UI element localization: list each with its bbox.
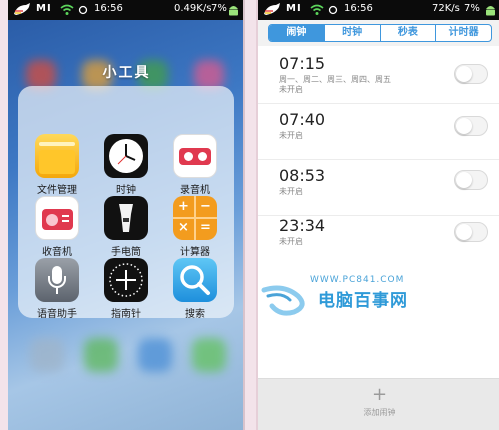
android-icon: [229, 6, 238, 16]
compass-icon: [104, 258, 148, 302]
app-label: 语音助手: [37, 309, 77, 320]
app-label: 时钟: [116, 185, 136, 196]
android-icon: [486, 6, 495, 16]
toggle-knob: [456, 224, 472, 240]
alarm-status: 未开启: [279, 237, 303, 246]
app-label: 收音机: [42, 247, 72, 258]
alarm-toggle[interactable]: [454, 64, 488, 84]
app-label: 录音机: [180, 185, 210, 196]
radio-icon: [35, 196, 79, 240]
app-clock[interactable]: 时钟: [95, 134, 157, 196]
status-bar: MI 16:56 72K/s 7%: [258, 0, 499, 20]
alarm-time: 08:53: [279, 166, 326, 185]
folder-icon: [35, 134, 79, 178]
alarm-status: 未开启: [279, 131, 303, 140]
clock-icon: [104, 134, 148, 178]
blurred-dock-icon: [138, 338, 172, 372]
left-phone-screen: MI 16:56 0.49K/s 7% 小工具 文件管理 时钟 录音机 收音机 …: [8, 0, 245, 430]
app-voice-assistant[interactable]: 语音助手: [26, 258, 88, 320]
sync-icon: [328, 5, 338, 15]
wifi-icon: [60, 4, 74, 15]
status-time: 16:56: [344, 3, 373, 14]
calculator-icon: + − × =: [173, 196, 217, 240]
alarm-toggle[interactable]: [454, 116, 488, 136]
blurred-dock-icon: [30, 338, 64, 372]
alarm-item[interactable]: 08:53 未开启: [258, 160, 499, 216]
brand-label: MI: [36, 3, 52, 14]
alarm-item[interactable]: 23:34 未开启: [258, 210, 499, 266]
right-phone-screen: MI 16:56 72K/s 7% 闹钟 时钟 秒表 计时器 07:15 周一、…: [256, 0, 499, 430]
sync-icon: [78, 5, 88, 15]
app-label: 文件管理: [37, 185, 77, 196]
segmented-tabs: 闹钟 时钟 秒表 计时器: [268, 24, 492, 42]
alarm-time: 23:34: [279, 216, 326, 235]
pony-logo-icon: [14, 3, 30, 15]
app-recorder[interactable]: 录音机: [164, 134, 226, 196]
clock-tab-bar: 闹钟 时钟 秒表 计时器: [258, 20, 499, 46]
folder-title: 小工具: [102, 65, 151, 81]
alarm-status: 未开启: [279, 85, 303, 94]
toggle-knob: [456, 172, 472, 188]
alarm-time: 07:15: [279, 54, 326, 73]
tab-timer[interactable]: 计时器: [435, 25, 491, 41]
pony-logo-icon: [264, 3, 280, 15]
toggle-knob: [456, 66, 472, 82]
battery-percent: 7%: [464, 3, 480, 14]
alarm-status: 未开启: [279, 187, 303, 196]
app-label: 搜索: [185, 309, 205, 320]
microphone-icon: [35, 258, 79, 302]
screenshot-frame: MI 16:56 0.49K/s 7% 小工具 文件管理 时钟 录音机 收音机 …: [0, 0, 499, 430]
tab-alarm[interactable]: 闹钟: [269, 25, 324, 41]
plus-icon: +: [371, 384, 388, 405]
alarm-item[interactable]: 07:15 周一、周二、周三、周四、周五 未开启: [258, 48, 499, 104]
status-time: 16:56: [94, 3, 123, 14]
watermark-site-name: 电脑百事网: [318, 291, 408, 311]
toggle-knob: [456, 118, 472, 134]
alarm-item[interactable]: 07:40 未开启: [258, 104, 499, 160]
add-alarm-button[interactable]: + 添加闹钟: [258, 379, 499, 430]
blurred-dock-icon: [192, 338, 226, 372]
search-icon: [173, 258, 217, 302]
alarm-toggle[interactable]: [454, 222, 488, 242]
app-radio[interactable]: 收音机: [26, 196, 88, 258]
app-search[interactable]: 搜索: [164, 258, 226, 320]
bottom-action-bar: + 添加闹钟: [258, 378, 499, 430]
alarm-toggle[interactable]: [454, 170, 488, 190]
app-flashlight[interactable]: 手电筒: [95, 196, 157, 258]
tab-stopwatch[interactable]: 秒表: [379, 25, 436, 41]
app-calculator[interactable]: + − × = 计算器: [164, 196, 226, 258]
app-file-manager[interactable]: 文件管理: [26, 134, 88, 196]
tab-clock[interactable]: 时钟: [323, 25, 380, 41]
status-bar: MI 16:56 0.49K/s 7%: [8, 0, 243, 20]
network-speed: 0.49K/s: [174, 3, 212, 14]
app-folder: 文件管理 时钟 录音机 收音机 手电筒 + − × = 计算器 语音助手 指南针…: [18, 86, 234, 320]
network-speed: 72K/s: [432, 3, 460, 14]
app-compass[interactable]: 指南针: [95, 258, 157, 320]
battery-percent: 7%: [211, 3, 227, 14]
app-label: 计算器: [180, 247, 210, 258]
brand-label: MI: [286, 3, 302, 14]
alarm-time: 07:40: [279, 110, 326, 129]
wifi-icon: [310, 4, 324, 15]
app-label: 手电筒: [111, 247, 141, 258]
blurred-dock-icon: [84, 338, 118, 372]
add-alarm-label: 添加闹钟: [363, 408, 396, 417]
flashlight-icon: [104, 196, 148, 240]
recorder-icon: [173, 134, 217, 178]
app-label: 指南针: [111, 309, 141, 320]
